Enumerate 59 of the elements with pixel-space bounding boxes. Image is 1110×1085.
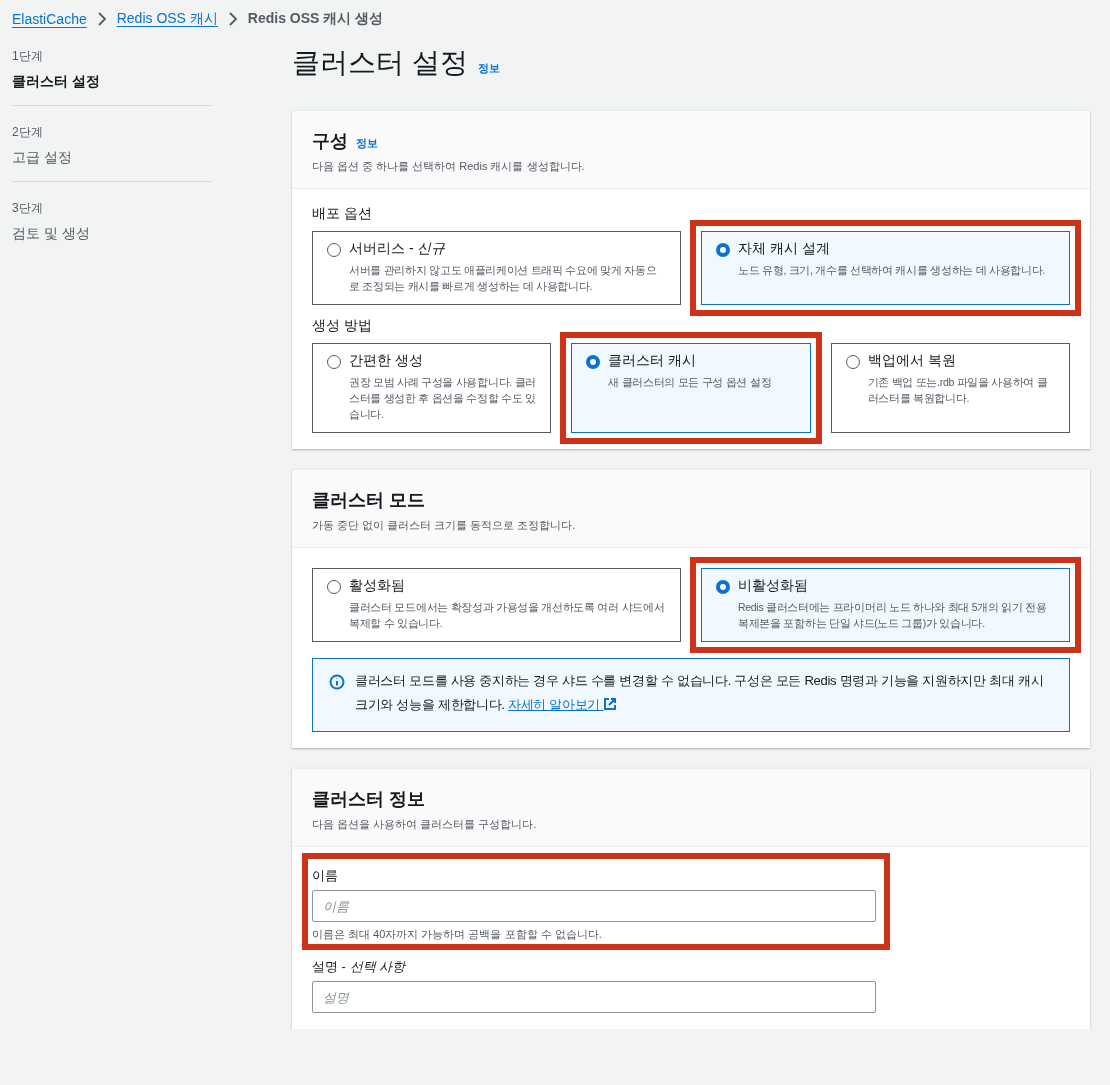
step-number: 1단계 <box>12 48 44 65</box>
panel-description: 다음 옵션을 사용하여 클러스터를 구성합니다. <box>312 817 538 832</box>
option-description: 클러스터 모드에서는 확장성과 가용성을 개선하도록 여러 샤드에서 복제할 수 있습니다. <box>349 600 666 631</box>
field-label: 이름 <box>312 867 339 885</box>
option-description: 권장 모범 사례 구성을 사용합니다. 클러스터를 생성한 후 옵션을 수정할 수도 있습니다. <box>349 375 537 422</box>
panel-title: 클러스터 모드 <box>312 489 426 512</box>
step-number: 3단계 <box>12 200 44 217</box>
field-hint: 이름은 최대 40자까지 가능하며 공백을 포함할 수 없습니다. <box>312 927 603 942</box>
radio-icon <box>716 580 730 594</box>
panel-description: 다음 옵션 중 하나를 선택하여 Redis 캐시를 생성합니다. <box>312 159 586 174</box>
radio-icon <box>327 243 341 257</box>
option-label: 서버리스 - 신규 <box>349 240 447 258</box>
field-label: 설명 - 선택 사항 <box>312 958 407 976</box>
option-description: 새 클러스터의 모든 구성 옵션 설정 <box>608 375 772 390</box>
option-label: 활성화됨 <box>349 577 406 595</box>
option-description: 서버를 관리하지 않고도 애플리케이션 트래픽 수요에 맞게 자동으로 조정되는 캐시를 빠르게 생성하는 데 사용합니다. <box>349 263 658 294</box>
radio-icon <box>327 355 341 369</box>
chevron-right-icon <box>96 12 107 26</box>
info-icon <box>329 674 345 690</box>
breadcrumb-current: Redis OSS 캐시 생성 <box>247 10 384 28</box>
option-description: Redis 클러스터에는 프라이머리 노드 하나와 최대 5개의 읽기 전용 복제본을 포함하는 단일 샤드(노드 그룹)가 있습니다. <box>738 600 1048 631</box>
group-label: 생성 방법 <box>312 317 373 335</box>
option-tile[interactable]: 서버리스 - 신규 서버를 관리하지 않고도 애플리케이션 트래픽 수요에 맞게 자동으로 조정되는 캐시를 빠르게 생성하는 데 사용합니다. <box>312 231 681 305</box>
option-tile[interactable]: 클러스터 캐시 새 클러스터의 모든 구성 옵션 설정 <box>571 343 811 433</box>
group-label: 배포 옵션 <box>312 205 373 223</box>
option-tile[interactable]: 자체 캐시 설계 노드 유형, 크기, 개수를 선택하여 캐시를 생성하는 데 사용합니다. <box>701 231 1070 305</box>
panel-title: 클러스터 정보 <box>312 788 426 811</box>
input-field[interactable]: 설명 <box>312 981 876 1013</box>
breadcrumb-link[interactable]: Redis OSS 캐시 <box>116 10 218 28</box>
alert-text: 클러스터 모드를 사용 중지하는 경우 샤드 수를 변경할 수 없습니다. 구성은 모든 Redis 명령과 기능을 지원하지만 최대 캐시 크기와 성능을 제한합니다. 자세히 알아보기 <box>355 672 1045 714</box>
panel-description: 가동 중단 없이 클러스터 크기를 동적으로 조정합니다. <box>312 518 577 533</box>
breadcrumb-link[interactable]: ElastiCache <box>12 11 87 27</box>
option-label: 자체 캐시 설계 <box>738 240 831 258</box>
external-link-icon <box>603 697 618 711</box>
option-description: 노드 유형, 크기, 개수를 선택하여 캐시를 생성하는 데 사용합니다. <box>738 263 1045 278</box>
radio-icon <box>716 243 730 257</box>
option-tile[interactable]: 활성화됨 클러스터 모드에서는 확장성과 가용성을 개선하도록 여러 샤드에서 복제할 수 있습니다. <box>312 568 681 642</box>
input-field[interactable]: 이름 <box>312 890 876 922</box>
option-label: 클러스터 캐시 <box>608 352 698 370</box>
option-label: 백업에서 복원 <box>867 352 957 370</box>
option-description: 기존 백업 또는.rdb 파일을 사용하여 클러스터를 복원합니다. <box>867 375 1049 406</box>
learn-more-link[interactable]: 자세히 알아보기 <box>507 697 618 712</box>
step-link[interactable]: 클러스터 설정 <box>12 73 212 91</box>
page-title: 클러스터 설정 <box>292 46 468 80</box>
step-link[interactable]: 검토 및 생성 <box>12 225 212 243</box>
option-tile[interactable]: 간편한 생성 권장 모범 사례 구성을 사용합니다. 클러스터를 생성한 후 옵션을 수정할 수도 있습니다. <box>312 343 552 433</box>
chevron-right-icon <box>227 12 238 26</box>
option-tile[interactable]: 백업에서 복원 기존 백업 또는.rdb 파일을 사용하여 클러스터를 복원합니다. <box>830 343 1070 433</box>
step-number: 2단계 <box>12 124 44 141</box>
radio-icon <box>586 355 601 369</box>
panel-title: 구성 <box>312 130 348 153</box>
option-label: 간편한 생성 <box>349 352 424 370</box>
radio-icon <box>327 580 341 594</box>
info-link[interactable]: 정보 <box>477 61 500 76</box>
option-tile[interactable]: 비활성화됨 Redis 클러스터에는 프라이머리 노드 하나와 최대 5개의 읽기 전용 복제본을 포함하는 단일 샤드(노드 그룹)가 있습니다. <box>701 568 1070 642</box>
option-label: 비활성화됨 <box>738 577 809 595</box>
radio-icon <box>845 355 860 369</box>
step-link[interactable]: 고급 설정 <box>12 149 212 167</box>
info-link[interactable]: 정보 <box>356 136 378 151</box>
